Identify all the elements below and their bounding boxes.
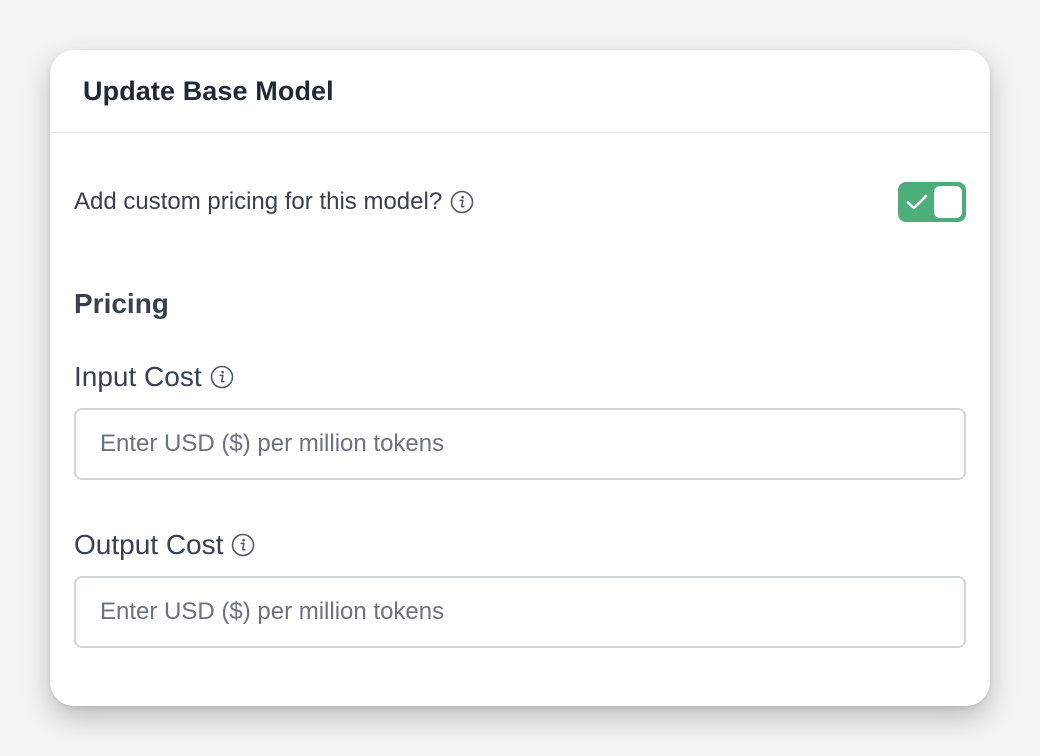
check-icon [906, 194, 928, 210]
info-circle-icon[interactable] [450, 190, 474, 214]
input-cost-label: Input Cost [74, 361, 202, 392]
custom-pricing-toggle[interactable] [898, 182, 966, 222]
info-circle-icon[interactable] [231, 533, 255, 557]
info-circle-icon[interactable] [210, 365, 234, 389]
dialog-body: Add custom pricing for this model? Prici… [50, 182, 990, 648]
toggle-knob [934, 186, 962, 218]
output-cost-field[interactable] [74, 576, 966, 648]
custom-pricing-label: Add custom pricing for this model? [74, 188, 443, 215]
output-cost-label-row: Output Cost [74, 528, 966, 562]
input-cost-field[interactable] [74, 408, 966, 480]
update-base-model-dialog: Update Base Model Add custom pricing for… [50, 50, 990, 706]
dialog-header: Update Base Model [50, 50, 990, 133]
pricing-heading: Pricing [74, 288, 169, 319]
custom-pricing-row: Add custom pricing for this model? [74, 182, 966, 222]
dialog-title: Update Base Model [83, 75, 334, 106]
input-cost-label-row: Input Cost [74, 360, 966, 394]
output-cost-label: Output Cost [74, 529, 224, 560]
custom-pricing-label-group: Add custom pricing for this model? [74, 188, 474, 216]
